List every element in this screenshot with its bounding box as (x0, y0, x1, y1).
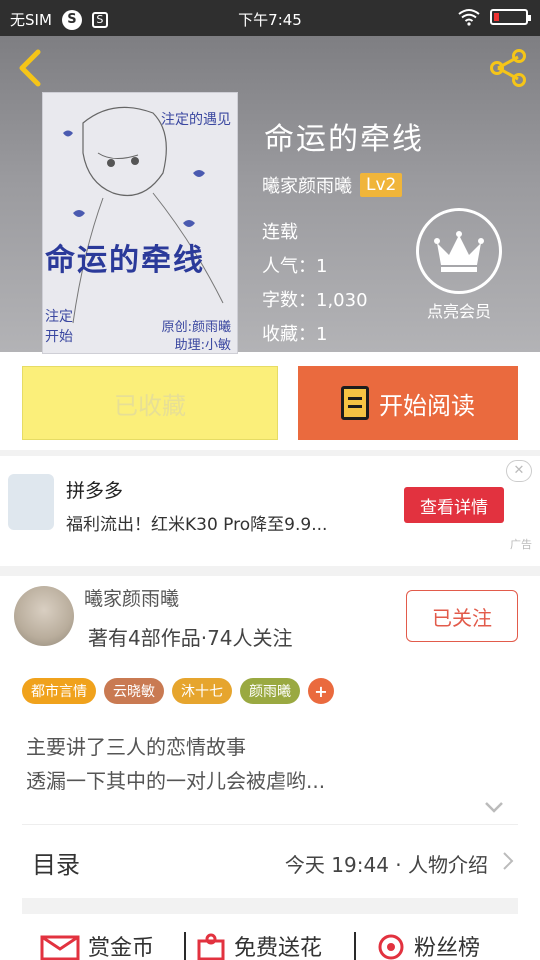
latest-chapter: 今天 19:44 · 人物介绍 (284, 853, 488, 877)
bottom-divider (354, 932, 356, 960)
share-icon[interactable] (488, 48, 528, 88)
start-reading-label: 开始阅读 (379, 391, 475, 420)
follow-button[interactable]: 已关注 (406, 590, 518, 642)
cover-credit: 原创:颜雨曦 助理:小敏 (161, 320, 231, 353)
author-name[interactable]: 曦家颜雨曦 (262, 172, 352, 198)
cover-tag-bottom: 注定 开始 (45, 309, 73, 345)
book-meta: 连载 人气：1 字数：1,030 收藏：1 (262, 216, 368, 352)
popularity: 人气：1 (262, 256, 328, 277)
ad-thumbnail (8, 474, 54, 530)
book-cover[interactable]: 注定的遇见 命运的牵线 注定 开始 原创:颜雨曦 助理:小敏 (42, 92, 238, 354)
ad-brand: 拼多多 (66, 480, 124, 502)
add-tag-button[interactable]: + (308, 678, 334, 704)
book-description: 主要讲了三人的恋情故事 透漏一下其中的一对儿会被虐哟... (26, 735, 326, 793)
vip-label: 点亮会员 (426, 302, 491, 321)
bottom-divider (184, 932, 186, 960)
table-of-contents-row[interactable]: 目录 今天 19:44 · 人物介绍 (22, 824, 518, 898)
flower-icon (197, 933, 225, 960)
ad-label: 广告 (510, 538, 532, 551)
tag-chip[interactable]: 颜雨曦 (240, 678, 300, 704)
cover-title: 命运的牵线 (45, 243, 205, 278)
free-flower-button[interactable]: 免费送花 (196, 930, 322, 960)
divider (0, 566, 540, 576)
reward-coins-button[interactable]: 赏金币 (40, 930, 154, 960)
back-arrow-icon[interactable] (14, 48, 44, 88)
ad-banner[interactable]: 拼多多 福利流出！红米K30 Pro降至9.9... 查看详情 ✕ 广告 (0, 456, 540, 566)
serial-status: 连载 (262, 222, 298, 243)
level-badge: Lv2 (360, 173, 403, 197)
tag-chip[interactable]: 沐十七 (172, 678, 232, 704)
author-stats: 著有4部作品·74人关注 (88, 626, 293, 650)
tag-chip[interactable]: 都市言情 (22, 678, 96, 704)
collect-count: 收藏：1 (262, 324, 328, 345)
tag-list: 都市言情 云晓敏 沐十七 颜雨曦 + (22, 678, 334, 704)
bottom-action-bar: 赏金币 免费送花 粉丝榜 (0, 914, 540, 960)
author-line: 曦家颜雨曦 Lv2 (262, 172, 403, 198)
mail-icon (40, 935, 80, 960)
cover-tag-top: 注定的遇见 (161, 112, 231, 128)
author-section-name[interactable]: 曦家颜雨曦 (84, 584, 179, 611)
book-title: 命运的牵线 (264, 122, 424, 157)
status-bar: 无SIM S S 下午7:45 (0, 0, 540, 36)
chevron-right-icon (503, 852, 514, 870)
wifi-icon (458, 9, 480, 26)
tag-chip[interactable]: 云晓敏 (104, 678, 164, 704)
ad-description: 福利流出！红米K30 Pro降至9.9... (66, 515, 328, 535)
crown-icon (416, 208, 502, 294)
battery-icon (490, 9, 531, 25)
ranking-icon (378, 934, 404, 960)
collected-button[interactable]: 已收藏 (22, 366, 278, 440)
divider (22, 898, 518, 914)
author-avatar[interactable] (14, 586, 74, 646)
vip-button[interactable]: 点亮会员 (414, 208, 504, 322)
ad-details-button[interactable]: 查看详情 (404, 487, 504, 523)
ad-close-icon[interactable]: ✕ (506, 460, 532, 482)
start-reading-button[interactable]: 开始阅读 (298, 366, 518, 440)
book-icon (341, 386, 369, 420)
word-count: 字数：1,030 (262, 290, 368, 311)
toc-label: 目录 (32, 851, 80, 879)
fans-ranking-button[interactable]: 粉丝榜 (376, 930, 480, 960)
book-header: 注定的遇见 命运的牵线 注定 开始 原创:颜雨曦 助理:小敏 命运的牵线 曦家颜雨曦… (0, 36, 540, 354)
expand-chevron-icon[interactable] (484, 800, 504, 814)
